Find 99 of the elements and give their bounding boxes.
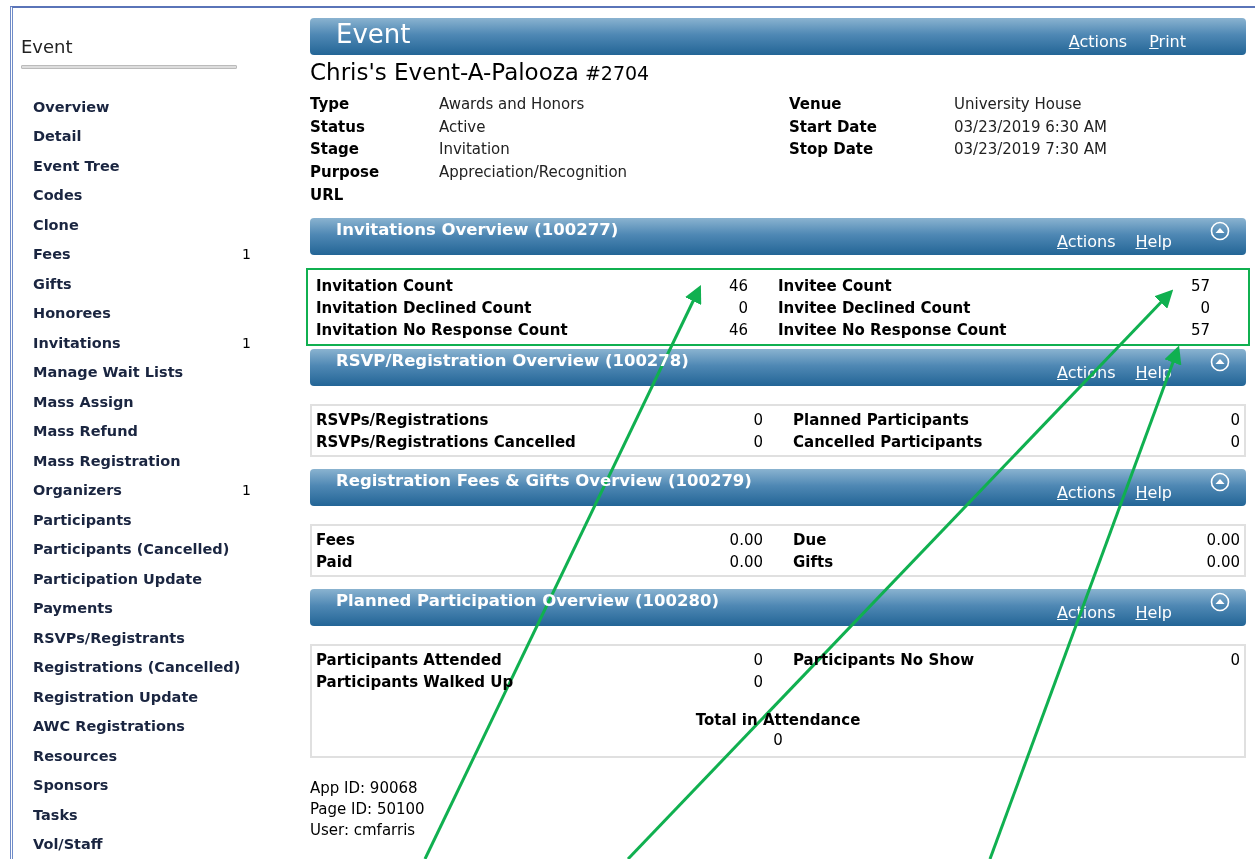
stat-label: RSVPs/Registrations Cancelled — [316, 432, 577, 451]
sidebar-title: Event — [21, 36, 74, 57]
sidebar-link[interactable]: Invitations — [33, 334, 121, 351]
field-value: 03/23/2019 6:30 AM — [954, 117, 1107, 136]
stat-value: 0.00 — [1206, 530, 1240, 549]
stat-label: Participants Attended — [316, 650, 503, 669]
stat-label: Gifts — [793, 552, 835, 571]
field-value: 03/23/2019 7:30 AM — [954, 140, 1107, 159]
sidebar-link[interactable]: Clone — [33, 216, 79, 233]
header-link[interactable]: Actions — [1057, 602, 1116, 623]
field-label: Venue — [789, 95, 843, 114]
item-count: 1 — [242, 246, 252, 263]
stat-value: 0.00 — [729, 530, 763, 549]
stat-label: Paid — [316, 552, 354, 571]
stat-value: 0 — [1199, 298, 1210, 317]
event-name: Chris's Event-A-Palooza — [310, 59, 579, 85]
field-value: University House — [954, 95, 1083, 114]
sidebar-link[interactable]: Mass Assign — [33, 393, 134, 410]
header-link[interactable]: Actions — [1057, 362, 1116, 383]
sidebar-link[interactable]: Gifts — [33, 275, 72, 292]
field-label: Status — [310, 117, 366, 136]
sidebar-link[interactable]: RSVPs/Registrants — [33, 629, 185, 646]
event-number: #2704 — [584, 62, 650, 84]
stat-label: Invitation No Response Count — [316, 320, 569, 339]
section-title: Invitations Overview (100277) — [335, 218, 619, 241]
sidebar-link[interactable]: Participation Update — [33, 570, 203, 587]
field-value: Active — [439, 117, 487, 136]
sidebar-link[interactable]: AWC Registrations — [33, 718, 185, 735]
field-label: Purpose — [310, 163, 381, 182]
item-count: 1 — [242, 482, 252, 499]
header-link[interactable]: Actions — [1068, 32, 1128, 52]
stat-value: 46 — [728, 276, 748, 295]
sidebar-link[interactable]: Tasks — [33, 806, 78, 823]
stat-label: Invitation Declined Count — [316, 298, 533, 317]
sidebar-link[interactable]: Honorees — [33, 305, 111, 322]
stat-value: 0 — [753, 410, 763, 429]
stat-label: Invitee No Response Count — [778, 320, 1008, 339]
footer-text: Page ID: 50100 — [310, 798, 426, 820]
sidebar-link[interactable]: Participants — [33, 511, 132, 528]
stat-label: Invitation Count — [316, 276, 454, 295]
sidebar-link[interactable]: Participants (Cancelled) — [33, 541, 230, 558]
stat-label: Fees — [316, 530, 356, 549]
total-label: Total in Attendance — [695, 710, 861, 729]
header-link[interactable]: Help — [1135, 482, 1172, 503]
field-value: Appreciation/Recognition — [439, 163, 629, 182]
sidebar-link[interactable]: Mass Refund — [33, 423, 138, 440]
stat-label: Cancelled Participants — [793, 432, 984, 451]
header-link[interactable]: Actions — [1057, 231, 1116, 252]
item-count: 1 — [242, 334, 252, 351]
sidebar-link[interactable]: Sponsors — [33, 777, 109, 794]
sidebar-link[interactable]: Payments — [33, 600, 113, 617]
sidebar-link[interactable]: Detail — [33, 128, 82, 145]
field-label: Stop Date — [789, 140, 875, 159]
sidebar-link[interactable]: Codes — [33, 187, 83, 204]
sidebar-link[interactable]: Mass Registration — [33, 452, 181, 469]
field-label: Type — [310, 95, 351, 114]
stat-label: Planned Participants — [793, 410, 970, 429]
collapse-icon[interactable] — [1210, 220, 1230, 241]
sidebar-link[interactable]: Resources — [33, 747, 118, 764]
field-label: Stage — [310, 140, 360, 159]
stat-value: 57 — [1190, 320, 1210, 339]
stat-value: 0 — [1230, 410, 1240, 429]
sidebar-link[interactable]: Event Tree — [33, 157, 120, 174]
stat-label: RSVPs/Registrations — [316, 410, 490, 429]
collapse-icon[interactable] — [1210, 351, 1230, 372]
header-link[interactable]: Actions — [1057, 482, 1116, 503]
sidebar-link[interactable]: Vol/Staff — [33, 836, 103, 853]
footer-text: App ID: 90068 — [310, 777, 419, 799]
header-link[interactable]: Help — [1135, 602, 1172, 623]
header-link[interactable]: Print — [1149, 32, 1186, 52]
stat-value: 0 — [753, 672, 763, 691]
sidebar-link[interactable]: Registrations (Cancelled) — [33, 659, 241, 676]
page-heading: Event — [335, 18, 411, 51]
stat-value: 46 — [728, 320, 748, 339]
stat-value: 0.00 — [729, 552, 763, 571]
total-value: 0 — [773, 729, 783, 751]
stat-label: Invitee Count — [778, 276, 893, 295]
sidebar-link[interactable]: Fees — [33, 246, 71, 263]
sidebar-link[interactable]: Manage Wait Lists — [33, 364, 184, 381]
sidebar-link[interactable]: Organizers — [33, 482, 122, 499]
stat-value: 0 — [1230, 432, 1240, 451]
stat-value: 0 — [1230, 650, 1240, 669]
stat-value: 0 — [753, 650, 763, 669]
collapse-icon[interactable] — [1210, 471, 1230, 492]
sidebar-link[interactable]: Overview — [33, 98, 110, 115]
header-link[interactable]: Help — [1135, 231, 1172, 252]
stat-value: 0.00 — [1206, 552, 1240, 571]
stat-value: 57 — [1190, 276, 1210, 295]
field-label: Start Date — [789, 117, 878, 136]
footer-text: User: cmfarris — [310, 819, 417, 841]
field-value: Awards and Honors — [439, 95, 586, 114]
collapse-icon[interactable] — [1210, 591, 1230, 612]
stat-value: 0 — [753, 432, 763, 451]
field-label: URL — [310, 185, 345, 204]
stat-label: Due — [793, 530, 828, 549]
sidebar-link[interactable]: Registration Update — [33, 688, 199, 705]
stat-label: Invitee Declined Count — [778, 298, 972, 317]
stat-value: 0 — [737, 298, 748, 317]
field-value: Invitation — [439, 140, 511, 159]
